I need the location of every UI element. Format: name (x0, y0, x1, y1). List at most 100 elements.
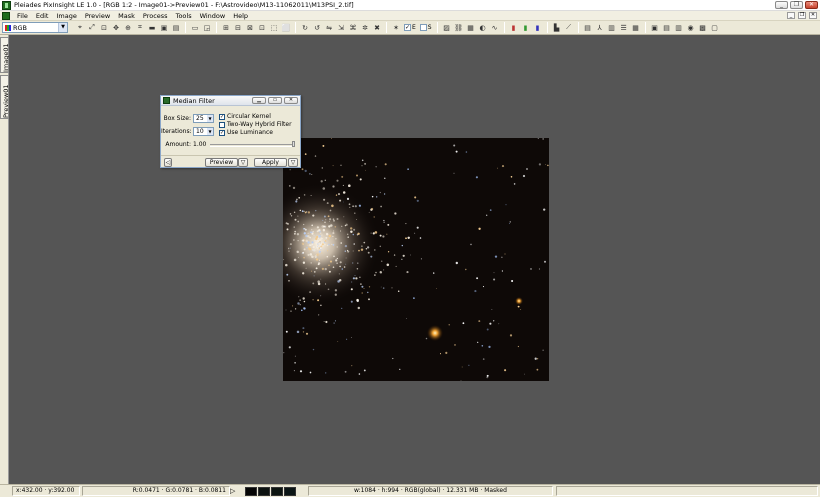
amount-slider-thumb[interactable] (292, 141, 295, 147)
iterations-select[interactable]: 10 ▼ (193, 127, 214, 136)
monitor-icon[interactable]: ▢ (710, 23, 720, 33)
document-icon[interactable] (2, 11, 10, 20)
menu-process[interactable]: Process (139, 12, 172, 20)
star (356, 234, 359, 236)
amount-value[interactable]: 1.00 (193, 141, 206, 148)
pan-mode-icon[interactable]: ✥ (111, 23, 121, 33)
menu-file[interactable]: File (13, 12, 32, 20)
menu-edit[interactable]: Edit (32, 12, 53, 20)
workspace-2-icon[interactable]: ▤ (662, 23, 672, 33)
gear-icon[interactable]: ✲ (360, 23, 370, 33)
new-preview-icon[interactable]: ▭ (190, 23, 200, 33)
chevron-down-icon[interactable]: ▼ (58, 23, 67, 32)
mask-invert-icon[interactable]: ◐ (478, 23, 488, 33)
star (341, 175, 344, 178)
eye-icon[interactable]: ◉ (686, 23, 696, 33)
enable-e-checkbox[interactable]: ✓ E (404, 24, 416, 31)
mask-show-icon[interactable]: ▦ (466, 23, 476, 33)
flip-icon[interactable]: ⇋ (324, 23, 334, 33)
apply-dropdown-icon[interactable]: ▽ (288, 158, 298, 167)
box-size-select[interactable]: 25 ▼ (193, 114, 214, 123)
menu-image[interactable]: Image (52, 12, 80, 20)
apply-button[interactable]: Apply (254, 158, 287, 167)
scripts-icon[interactable]: ☰ (619, 23, 629, 33)
zoom-mode-icon[interactable]: ⊕ (123, 23, 133, 33)
restore-button[interactable]: ❐ (790, 1, 803, 9)
edit-preview-icon[interactable]: ◲ (202, 23, 212, 33)
zoom-fit-window-icon[interactable]: ⊠ (245, 23, 255, 33)
mask-icon[interactable]: ▨ (442, 23, 452, 33)
curves-icon[interactable]: ∿ (490, 23, 500, 33)
menu-help[interactable]: Help (229, 12, 252, 20)
dialog-title-bar[interactable]: Median Filter ▁ ▭ ✕ (161, 96, 300, 106)
amount-slider[interactable] (210, 141, 295, 147)
play-icon[interactable]: ▷ (230, 487, 235, 495)
new-instance-button[interactable]: ◁ (164, 158, 172, 167)
full-view-icon[interactable]: ⬜ (281, 23, 291, 33)
view-explorer-icon[interactable]: ▦ (631, 23, 641, 33)
mdi-close-button[interactable]: ✕ (809, 12, 817, 19)
close-image-icon[interactable]: ✖ (372, 23, 382, 33)
zoom-out-icon[interactable]: ⊟ (233, 23, 243, 33)
star (357, 306, 361, 310)
preview-button[interactable]: Preview (205, 158, 238, 167)
workspace-3-icon[interactable]: ▥ (674, 23, 684, 33)
fit-view-icon[interactable]: ⬚ (269, 23, 279, 33)
star (305, 267, 307, 269)
minimize-button[interactable]: _ (775, 1, 788, 9)
pixinsight-app-icon[interactable] (2, 0, 11, 10)
layout-icon[interactable]: ▩ (698, 23, 708, 33)
star-icon[interactable]: ✶ (391, 23, 401, 33)
enable-s-checkbox[interactable]: S (419, 24, 432, 31)
graph-icon[interactable]: ⟋ (564, 23, 574, 33)
workspace-1-icon[interactable]: ▣ (650, 23, 660, 33)
rgb-channels-icon[interactable]: ▮ (533, 23, 543, 33)
explorer-icon[interactable]: ⅄ (595, 23, 605, 33)
menu-preview[interactable]: Preview (81, 12, 114, 20)
chevron-down-icon[interactable]: ▼ (207, 115, 213, 122)
resample-icon[interactable]: ⇲ (336, 23, 346, 33)
open-icon[interactable]: ▤ (171, 23, 181, 33)
star (414, 196, 417, 199)
transform-icon[interactable]: ⌘ (348, 23, 358, 33)
channel-select[interactable]: RGB ▼ (2, 22, 68, 33)
menu-tools[interactable]: Tools (172, 12, 196, 20)
circular-kernel-checkbox[interactable]: ✓ Circular Kernel (219, 113, 271, 120)
statistics-icon[interactable]: ▙ (552, 23, 562, 33)
zoom-fit-icon[interactable]: ⤢ (87, 23, 97, 33)
chevron-down-icon[interactable]: ▼ (207, 128, 213, 135)
zoom-1to1-icon[interactable]: ⊡ (99, 23, 109, 33)
mask-link-icon[interactable]: ⛓ (454, 23, 464, 33)
star (285, 309, 287, 311)
format-icon[interactable]: ▥ (607, 23, 617, 33)
star (493, 272, 495, 274)
mdi-minimize-button[interactable]: _ (787, 12, 795, 19)
use-luminance-checkbox[interactable]: ✓ Use Luminance (219, 129, 273, 136)
rotate-icon[interactable]: ↻ (300, 23, 310, 33)
readout-mode-icon[interactable]: ⌖ (75, 23, 85, 33)
zoom-in-icon[interactable]: ⊞ (221, 23, 231, 33)
tab-image01[interactable]: Image01 (0, 37, 10, 73)
save-icon[interactable]: ▣ (159, 23, 169, 33)
menu-mask[interactable]: Mask (114, 12, 139, 20)
rotate-ccw-icon[interactable]: ↺ (312, 23, 322, 33)
process-console-icon[interactable]: ▤ (583, 23, 593, 33)
dialog-shade-button[interactable]: ▭ (268, 97, 282, 104)
histogram-icon[interactable]: ▮ (509, 23, 519, 33)
tab-preview01[interactable]: Preview01 (0, 75, 10, 119)
color-calibration-icon[interactable]: ▮ (521, 23, 531, 33)
dialog-close-button[interactable]: ✕ (284, 97, 298, 104)
star (324, 372, 327, 374)
star (509, 334, 513, 337)
mdi-restore-button[interactable]: ❐ (798, 12, 806, 19)
two-way-hybrid-checkbox[interactable]: Two-Way Hybrid Filter (219, 121, 292, 128)
crop-icon[interactable]: ⌗ (135, 23, 145, 33)
star (301, 168, 304, 171)
preview-dropdown-icon[interactable]: ▽ (238, 158, 248, 167)
dialog-minimize-button[interactable]: ▁ (252, 97, 266, 104)
image-view-starfield[interactable] (283, 138, 549, 381)
close-button[interactable]: ✕ (805, 1, 818, 9)
zoom-actual-icon[interactable]: ⊡ (257, 23, 267, 33)
new-image-icon[interactable]: ▬ (147, 23, 157, 33)
menu-window[interactable]: Window (196, 12, 230, 20)
